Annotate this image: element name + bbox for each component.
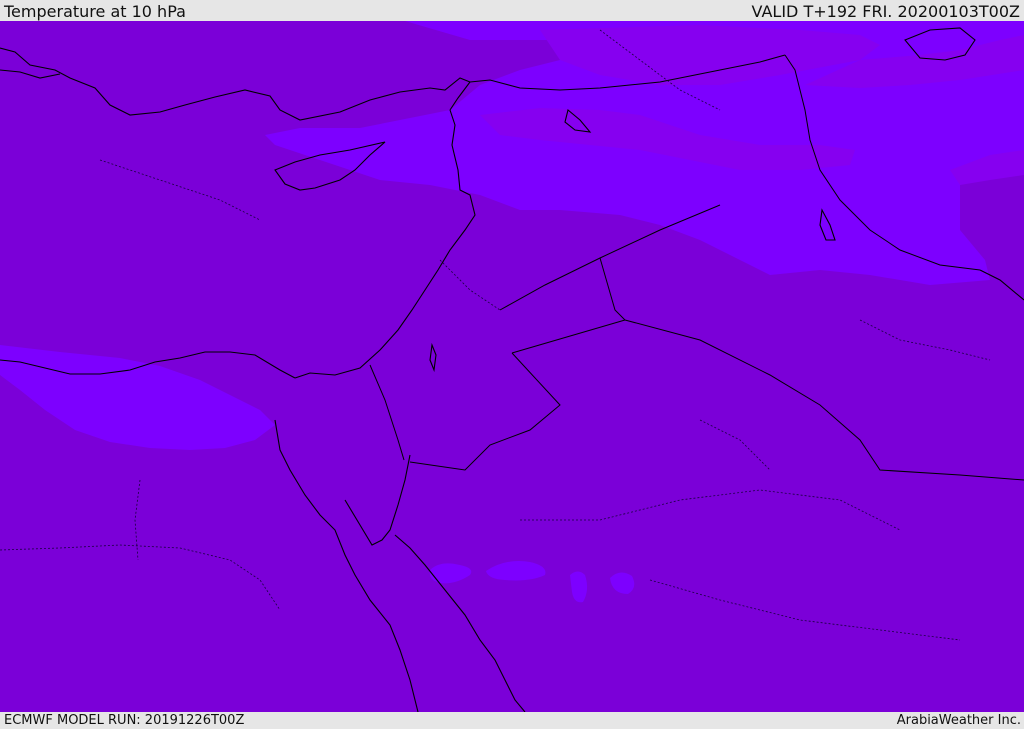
map-area[interactable] xyxy=(0,21,1024,712)
credit-label: ArabiaWeather Inc. xyxy=(896,713,1021,728)
footer-bar: ECMWF MODEL RUN: 20191226T00Z ArabiaWeat… xyxy=(0,712,1024,729)
header-bar: Temperature at 10 hPa VALID T+192 FRI. 2… xyxy=(0,0,1024,21)
map-canvas xyxy=(0,21,1024,712)
chart-title: Temperature at 10 hPa xyxy=(4,2,186,21)
model-run-label: ECMWF MODEL RUN: 20191226T00Z xyxy=(4,713,245,728)
valid-time-label: VALID T+192 FRI. 20200103T00Z xyxy=(751,2,1020,21)
